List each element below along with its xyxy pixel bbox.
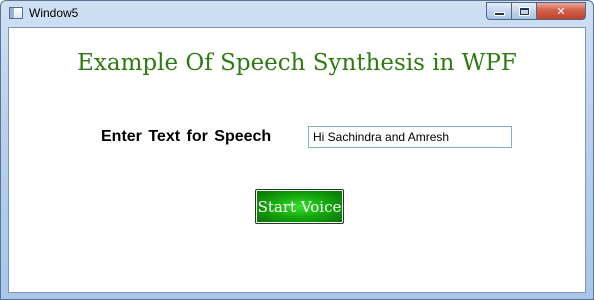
window-content: Example Of Speech Synthesis in WPF Enter… <box>8 27 586 293</box>
start-voice-label: Start Voice <box>257 197 342 216</box>
window-title: Window5 <box>29 6 79 20</box>
start-voice-button[interactable]: Start Voice <box>255 189 344 224</box>
app-window: Window5 ✕ Example Of Speech Synthesis in… <box>0 0 594 300</box>
close-icon: ✕ <box>556 4 566 18</box>
minimize-button[interactable] <box>486 2 512 20</box>
close-button[interactable]: ✕ <box>536 2 586 20</box>
page-title: Example Of Speech Synthesis in WPF <box>77 50 517 76</box>
maximize-icon <box>519 7 529 15</box>
minimize-icon <box>494 13 504 15</box>
title-bar[interactable]: Window5 ✕ <box>1 1 593 27</box>
window-app-icon[interactable] <box>9 7 23 19</box>
speech-text-label: Enter Text for Speech <box>101 128 272 145</box>
maximize-button[interactable] <box>511 2 537 20</box>
speech-text-input[interactable] <box>308 126 512 148</box>
